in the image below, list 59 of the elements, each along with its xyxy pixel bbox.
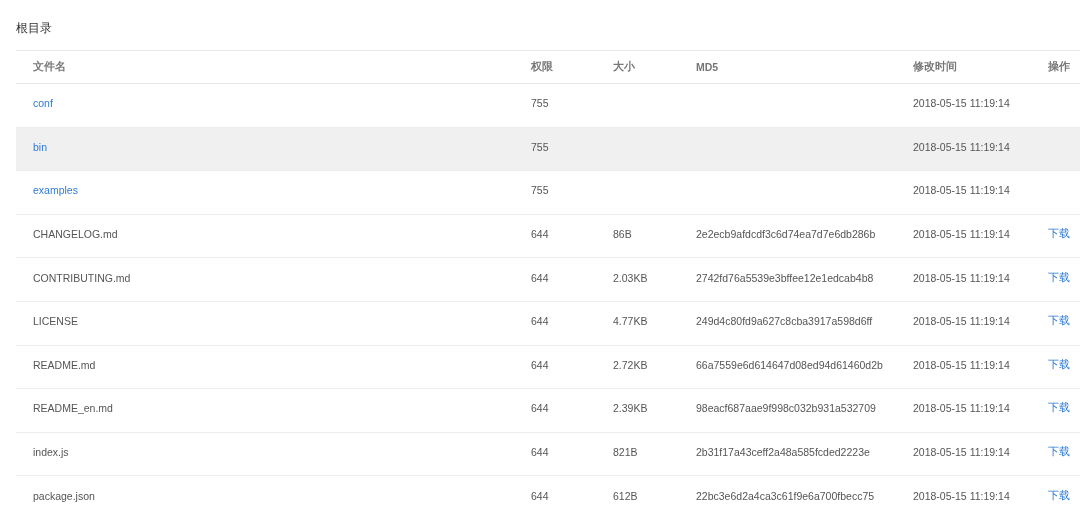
column-header: 修改时间 bbox=[912, 60, 957, 74]
modified-time-cell-text: 2018-05-15 11:19:14 bbox=[912, 358, 1010, 371]
permission-cell-text: 755 bbox=[530, 184, 549, 197]
download-link[interactable]: 下载 bbox=[1031, 445, 1070, 460]
table-row[interactable]: bin 755 2018-05-15 11:19:14 bbox=[16, 127, 1080, 172]
md5-cell-text: 2742fd76a5539e3bffee12e1edcab4b8 bbox=[695, 271, 874, 284]
column-header: 权限 bbox=[530, 60, 553, 74]
column-header: MD5 bbox=[695, 61, 719, 73]
column-header: 操作 bbox=[1047, 60, 1070, 74]
size-cell-text: 2.72KB bbox=[612, 358, 648, 371]
file-name: index.js bbox=[32, 446, 69, 459]
modified-time-cell-text: 2018-05-15 11:19:14 bbox=[912, 97, 1010, 110]
permission-cell-text: 644 bbox=[530, 402, 549, 415]
file-name: README.md bbox=[32, 358, 96, 371]
column-header: 大小 bbox=[612, 60, 635, 74]
modified-time-cell-text: 2018-05-15 11:19:14 bbox=[912, 140, 1010, 153]
permission-cell-text: 644 bbox=[530, 446, 549, 459]
modified-time-cell-text: 2018-05-15 11:19:14 bbox=[912, 402, 1010, 415]
download-link[interactable]: 下载 bbox=[1031, 227, 1070, 242]
column-header: 文件名 bbox=[32, 60, 66, 74]
md5-cell-text: 2b31f17a43ceff2a48a585fcded2223e bbox=[695, 446, 870, 459]
download-link[interactable]: 下载 bbox=[1031, 314, 1070, 329]
permission-cell-text: 644 bbox=[530, 489, 549, 502]
download-link[interactable]: 下载 bbox=[1031, 270, 1070, 285]
md5-cell-text: 2e2ecb9afdcdf3c6d74ea7d7e6db286b bbox=[695, 228, 876, 241]
folder-link[interactable]: examples bbox=[16, 184, 78, 197]
download-link[interactable]: 下载 bbox=[1031, 357, 1070, 372]
modified-time-cell-text: 2018-05-15 11:19:14 bbox=[912, 271, 1010, 284]
modified-time-cell-text: 2018-05-15 11:19:14 bbox=[912, 315, 1010, 328]
modified-time-cell-text: 2018-05-15 11:19:14 bbox=[912, 228, 1010, 241]
size-cell-text: 4.77KB bbox=[612, 315, 648, 328]
size-cell-text: 821B bbox=[612, 446, 638, 459]
modified-time-cell-text: 2018-05-15 11:19:14 bbox=[912, 184, 1010, 197]
modified-time-cell-text: 2018-05-15 11:19:14 bbox=[912, 446, 1010, 459]
permission-cell-text: 644 bbox=[530, 358, 549, 371]
size-cell-text: 2.39KB bbox=[612, 402, 648, 415]
permission-cell-text: 644 bbox=[530, 315, 549, 328]
file-name: CONTRIBUTING.md bbox=[32, 271, 131, 284]
size-cell-text: 612B bbox=[612, 489, 638, 502]
md5-cell-text: 66a7559e6d614647d08ed94d61460d2b bbox=[695, 358, 883, 371]
size-cell-text: 86B bbox=[612, 228, 632, 241]
folder-link[interactable]: bin bbox=[16, 140, 47, 153]
file-name: CHANGELOG.md bbox=[32, 228, 118, 241]
file-name: LICENSE bbox=[32, 315, 78, 328]
permission-cell-text: 755 bbox=[530, 97, 549, 110]
md5-cell-text: 22bc3e6d2a4ca3c61f9e6a700fbecc75 bbox=[695, 489, 875, 502]
permission-cell-text: 644 bbox=[530, 271, 549, 284]
md5-cell-text: 98eacf687aae9f998c032b931a532709 bbox=[695, 402, 876, 415]
download-link[interactable]: 下载 bbox=[1031, 488, 1070, 503]
permission-cell-text: 644 bbox=[530, 228, 549, 241]
page-title: 根目录 bbox=[16, 20, 53, 37]
file-name: README_en.md bbox=[32, 402, 113, 415]
modified-time-cell-text: 2018-05-15 11:19:14 bbox=[912, 489, 1010, 502]
md5-cell-text: 249d4c80fd9a627c8cba3917a598d6ff bbox=[695, 315, 873, 328]
file-name: package.json bbox=[32, 489, 95, 502]
download-link[interactable]: 下载 bbox=[1031, 401, 1070, 416]
folder-link[interactable]: conf bbox=[16, 97, 53, 110]
permission-cell-text: 755 bbox=[530, 140, 549, 153]
size-cell-text: 2.03KB bbox=[612, 271, 648, 284]
